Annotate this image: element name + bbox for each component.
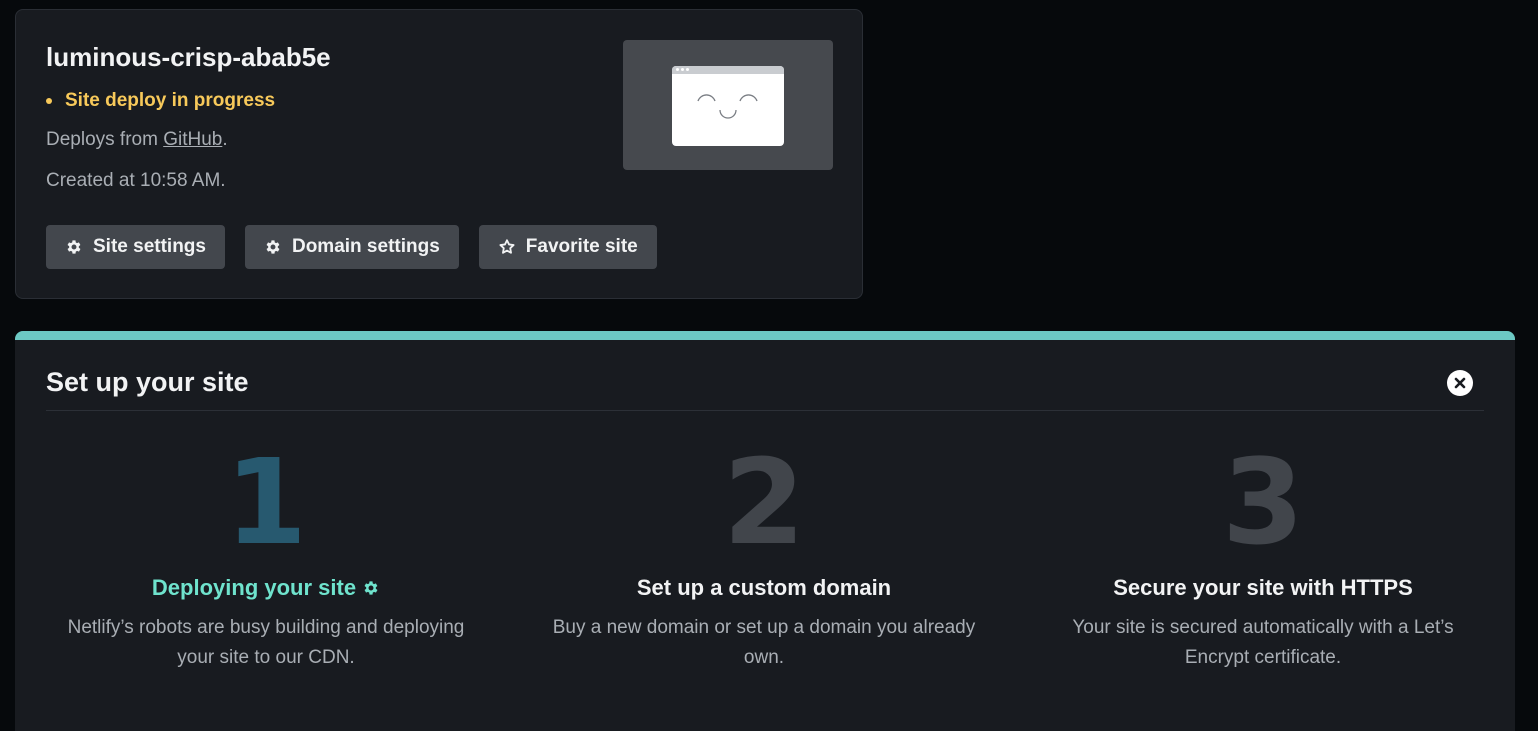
deploys-from-label: Deploys from: [46, 129, 164, 150]
gear-icon: [266, 240, 280, 254]
step-title[interactable]: Secure your site with HTTPS: [1028, 575, 1498, 601]
site-preview-thumbnail[interactable]: [623, 40, 833, 170]
step-title: Deploying your site: [31, 575, 501, 601]
site-settings-label: Site settings: [93, 236, 206, 257]
setup-step-deploy: 1 Deploying your site Netlify’s robots a…: [31, 443, 501, 673]
step-description: Netlify’s robots are busy building and d…: [67, 617, 465, 668]
close-icon: [1454, 377, 1466, 389]
deploys-from-period: .: [222, 129, 228, 150]
spinner-gear-icon: [364, 581, 378, 595]
smiley-face: [697, 94, 758, 119]
github-link[interactable]: GitHub: [163, 129, 222, 150]
status-dot-icon: [46, 98, 52, 104]
deploy-status: Site deploy in progress: [46, 90, 275, 112]
step-number: 2: [722, 433, 806, 571]
setup-step-https: 3 Secure your site with HTTPS Your site …: [1028, 443, 1498, 673]
site-actions: Site settings Domain settings Favorite s…: [46, 225, 657, 269]
site-name: luminous-crisp-abab5e: [46, 42, 331, 72]
step-title-text: Deploying your site: [151, 575, 357, 600]
close-button[interactable]: [1447, 370, 1473, 396]
step-number: 3: [1221, 433, 1305, 571]
browser-smiley-icon: [672, 66, 784, 146]
setup-accent-bar: [15, 331, 1515, 340]
deploys-from-line: Deploys from GitHub.: [46, 129, 228, 151]
setup-divider: [46, 410, 1484, 411]
deploy-status-text: Site deploy in progress: [65, 90, 276, 111]
domain-settings-label: Domain settings: [291, 236, 440, 257]
favorite-site-button[interactable]: Favorite site: [478, 225, 657, 269]
domain-settings-button[interactable]: Domain settings: [244, 225, 459, 269]
step-number: 1: [224, 433, 308, 571]
site-overview-card: luminous-crisp-abab5e Site deploy in pro…: [15, 9, 863, 299]
favorite-site-label: Favorite site: [525, 236, 638, 257]
gear-icon: [67, 240, 81, 254]
setup-your-site-panel: Set up your site 1 Deploying your site N…: [15, 331, 1515, 731]
star-icon: [499, 239, 515, 254]
setup-step-domain: 2 Set up a custom domain Buy a new domai…: [529, 443, 999, 673]
setup-title: Set up your site: [46, 367, 249, 397]
created-at-text: Created at 10:58 AM.: [46, 170, 226, 191]
step-title-text: Secure your site with HTTPS: [1113, 575, 1413, 600]
step-description: Your site is secured automatically with …: [1072, 617, 1454, 668]
preview-window-bar: [672, 66, 784, 74]
step-title[interactable]: Set up a custom domain: [529, 575, 999, 601]
step-description: Buy a new domain or set up a domain you …: [552, 617, 976, 668]
step-title-text: Set up a custom domain: [636, 575, 892, 600]
site-settings-button[interactable]: Site settings: [46, 225, 225, 269]
